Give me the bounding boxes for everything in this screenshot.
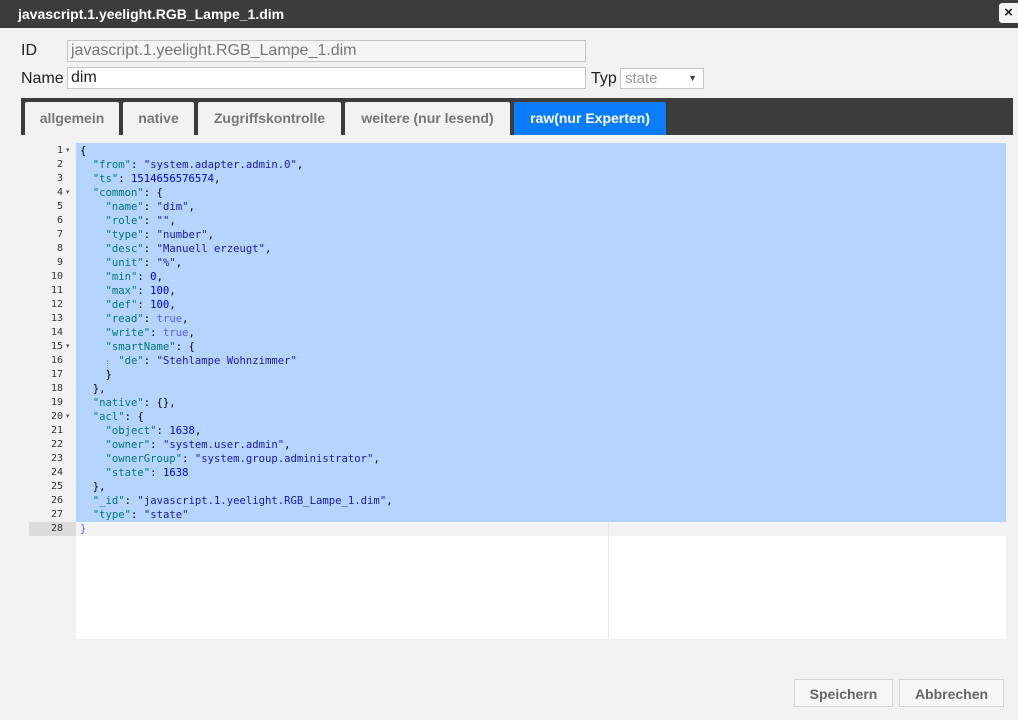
line-number: 23 [50, 453, 63, 464]
line-number: 20 [50, 411, 63, 422]
line-number: 15 [50, 341, 63, 352]
code-line-10: "min": 0, [105, 271, 163, 283]
code-line-26: "_id": "javascript.1.yeelight.RGB_Lampe_… [92, 495, 393, 507]
tab-weitere[interactable]: weitere (nur lesend) [345, 102, 510, 135]
code-line-18: }, [92, 383, 106, 395]
code-line-4: "common": { [92, 187, 163, 199]
save-button[interactable]: Speichern [794, 679, 893, 707]
code-line-11: "max": 100, [105, 285, 176, 297]
code-line-22: "owner": "system.user.admin", [105, 439, 291, 451]
tab-bar: allgemein native Zugriffskontrolle weite… [21, 98, 1013, 135]
line-number: 2 [56, 159, 63, 170]
line-number: 7 [56, 229, 63, 240]
code-line-8: "desc": "Manuell erzeugt", [105, 243, 272, 255]
dialog-title: javascript.1.yeelight.RGB_Lampe_1.dim [18, 6, 285, 22]
fold-arrow-icon[interactable]: ▾ [66, 186, 70, 200]
line-number: 17 [50, 369, 63, 380]
cancel-button[interactable]: Abbrechen [899, 679, 1004, 707]
fold-arrow-icon[interactable]: ▾ [66, 410, 70, 424]
code-line-6: "role": "", [105, 215, 176, 227]
code-line-13: "read": true, [105, 313, 189, 325]
line-number: 10 [50, 271, 63, 282]
line-number: 28 [50, 523, 63, 534]
code-line-21: "object": 1638, [105, 425, 202, 437]
typ-label: Typ [591, 70, 617, 87]
line-number: 11 [50, 285, 63, 296]
line-number: 27 [50, 509, 63, 520]
fold-arrow-icon[interactable]: ▾ [66, 340, 70, 354]
line-number: 25 [50, 481, 63, 492]
line-number: 19 [50, 397, 63, 408]
code-line-9: "unit": "%", [105, 257, 183, 269]
dialog-titlebar: javascript.1.yeelight.RGB_Lampe_1.dim × [0, 0, 1018, 28]
tab-allgemein[interactable]: allgemein [25, 102, 119, 135]
tab-raw[interactable]: raw(nur Experten) [514, 102, 666, 135]
typ-select-value: state [625, 70, 658, 87]
name-field[interactable]: dim [67, 67, 586, 89]
line-number: 5 [56, 201, 63, 212]
line-number: 24 [50, 467, 63, 478]
line-number: 13 [50, 313, 63, 324]
line-number: 6 [56, 215, 63, 226]
name-label: Name [21, 70, 64, 87]
tab-zugriffskontrolle[interactable]: Zugriffskontrolle [198, 102, 341, 135]
line-number: 22 [50, 439, 63, 450]
code-line-25: }, [92, 481, 106, 493]
code-line-28: } [80, 523, 87, 535]
json-editor[interactable]: 1 ▾ 2 3 4 ▾ 5 6 7 8 9 10 11 12 13 14 15 ▾ 16 17 18 19 20 ▾ 21 22 2… [29, 143, 1006, 639]
line-number: 21 [50, 425, 63, 436]
line-number: 3 [56, 173, 63, 184]
code-line-3: "ts": 1514656576574, [92, 173, 221, 185]
code-line-1: { [80, 145, 87, 157]
line-number: 4 [56, 187, 63, 198]
tab-native[interactable]: native [123, 102, 194, 135]
fold-arrow-icon[interactable]: ▾ [66, 144, 70, 158]
typ-select[interactable]: state ▼ [620, 68, 704, 89]
line-number: 18 [50, 383, 63, 394]
id-field[interactable]: javascript.1.yeelight.RGB_Lampe_1.dim [67, 40, 586, 62]
code-line-23: "ownerGroup": "system.group.administrato… [105, 453, 380, 465]
line-number: 14 [50, 327, 63, 338]
chevron-down-icon: ▼ [688, 73, 697, 83]
code-line-14: "write": true, [105, 327, 195, 339]
code-line-7: "type": "number", [105, 229, 215, 241]
print-margin [608, 522, 609, 639]
close-icon[interactable]: × [999, 3, 1018, 23]
id-label: ID [21, 42, 37, 59]
editor-gutter: 1 ▾ 2 3 4 ▾ 5 6 7 8 9 10 11 12 13 14 15 ▾ 16 17 18 19 20 ▾ 21 22 2… [29, 143, 76, 536]
line-number: 16 [50, 355, 63, 366]
code-line-20: "acl": { [92, 411, 144, 423]
line-number: 8 [56, 243, 63, 254]
code-line-16: "de": "Stehlampe Wohnzimmer" [118, 355, 297, 367]
code-line-5: "name": "dim", [105, 201, 195, 213]
code-line-27: "type": "state" [92, 509, 189, 521]
code-line-24: "state": 1638 [105, 467, 189, 479]
code-line-15: "smartName": { [105, 341, 195, 353]
line-number: 1 [56, 145, 63, 156]
editor-empty-area[interactable] [76, 536, 1006, 639]
code-line-19: "native": {}, [92, 397, 176, 409]
line-number: 9 [56, 257, 63, 268]
code-line-12: "def": 100, [105, 299, 176, 311]
active-line-highlight [76, 522, 1006, 536]
code-line-17: } [105, 369, 112, 381]
code-line-2: "from": "system.adapter.admin.0", [92, 159, 304, 171]
line-number: 12 [50, 299, 63, 310]
line-number: 26 [50, 495, 63, 506]
